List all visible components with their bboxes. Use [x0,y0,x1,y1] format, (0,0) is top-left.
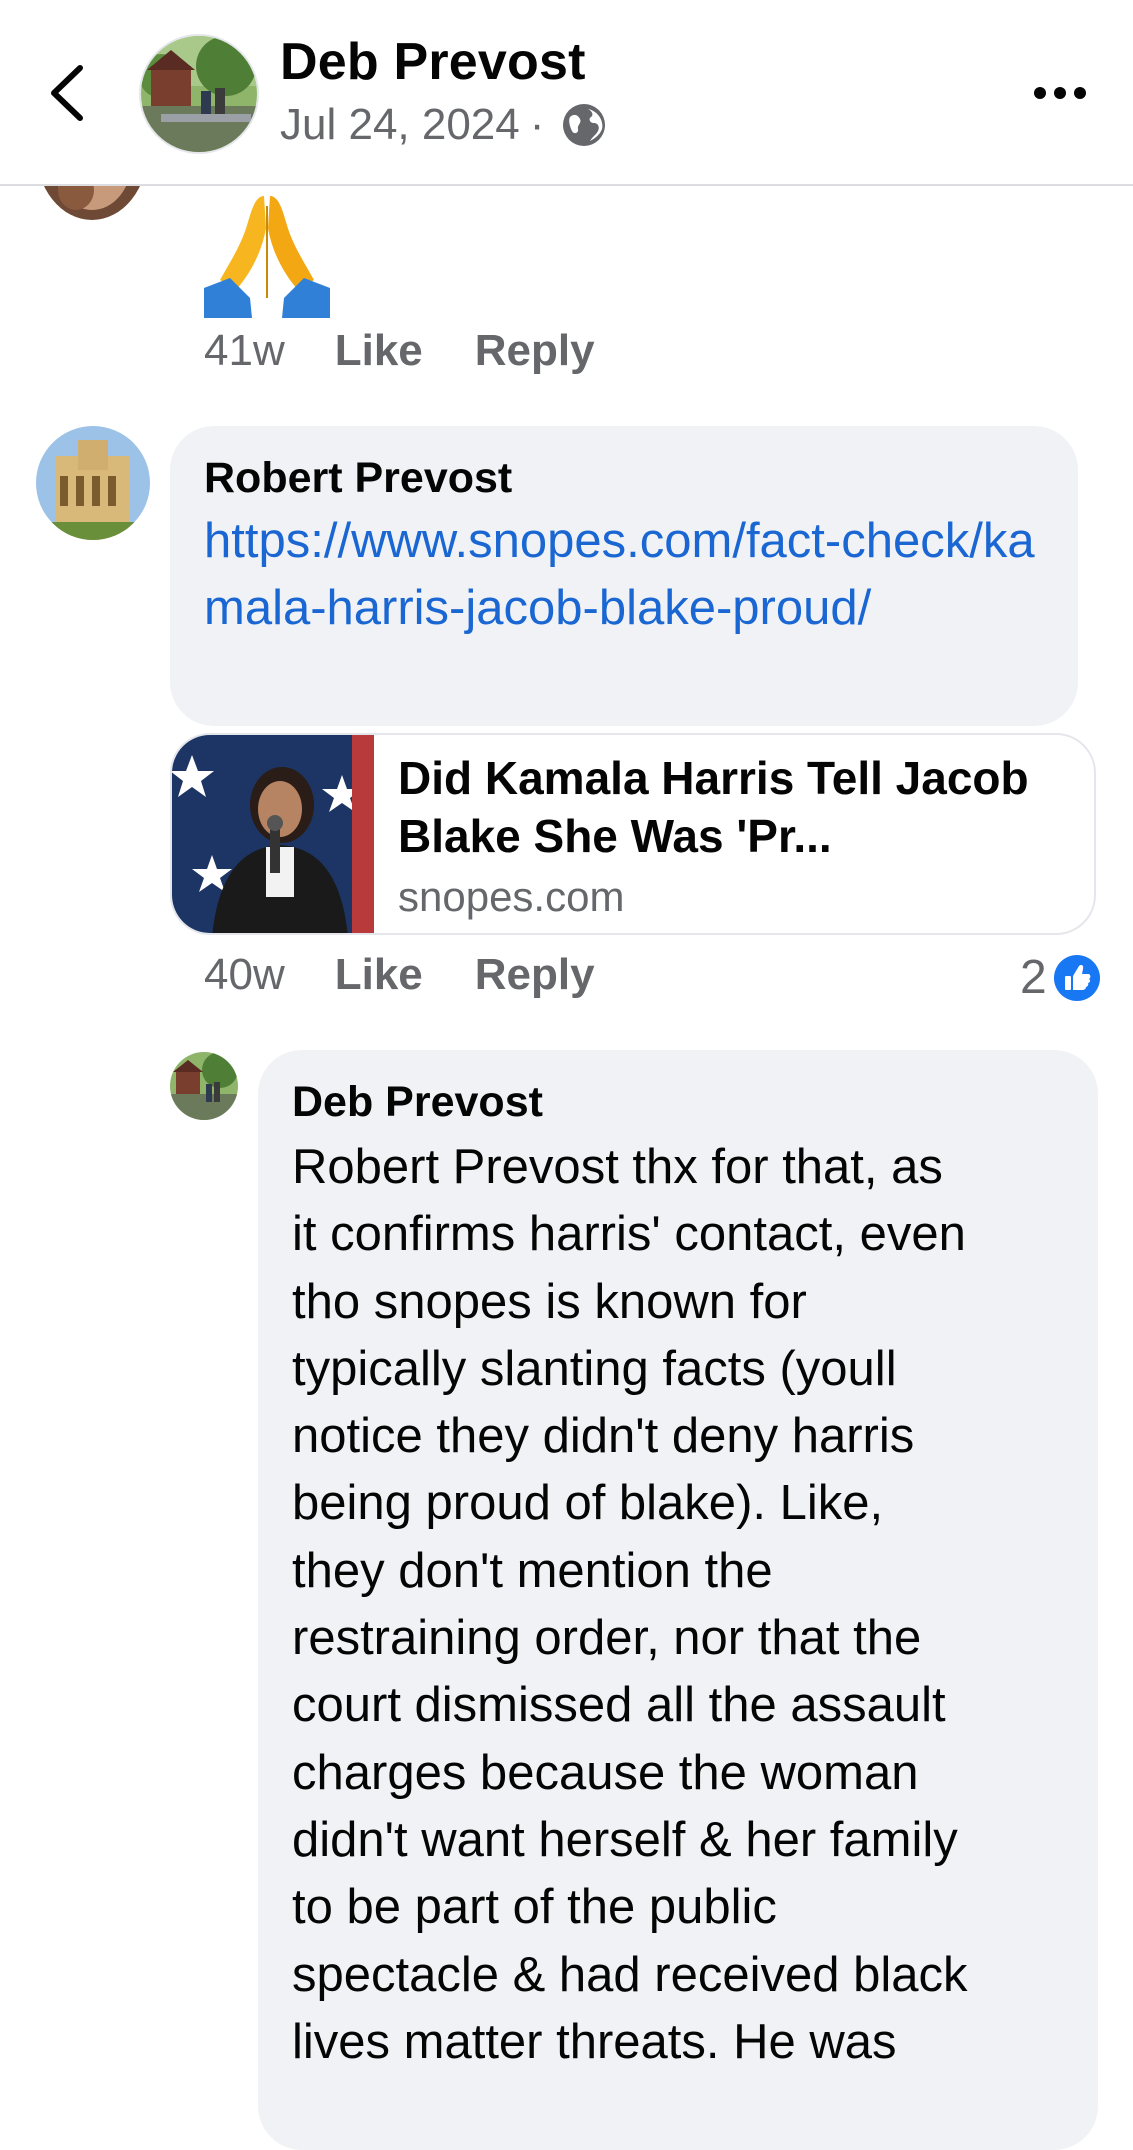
reply-line: lives matter threats. He was [292,2014,897,2069]
folded-hands-icon [204,196,330,318]
more-options-button[interactable] [1030,78,1090,108]
chevron-left-icon [51,65,83,121]
reply-line: tho snopes is known for [292,1274,807,1329]
comment-actions: 40w Like Reply [204,950,595,1000]
comment-author[interactable]: Robert Prevost [204,452,1044,504]
reaction-count: 2 [1020,951,1047,1004]
author-name[interactable]: Deb Prevost [280,32,586,92]
post-date[interactable]: Jul 24, 2024 [280,100,520,150]
reply-line: notice they didn't deny harris [292,1409,915,1464]
reply-line: it confirms harris' contact, even [292,1207,966,1262]
reply-author[interactable]: Deb Prevost [292,1076,1064,1128]
author-avatar[interactable] [139,34,259,154]
reply-line: they don't mention the [292,1543,773,1598]
link-preview-card[interactable]: Did Kamala Harris Tell Jacob Blake She W… [170,733,1096,935]
folded-hands-emoji [200,188,334,318]
reply-line: court dismissed all the assault [292,1678,946,1733]
reply-line: charges because the woman [292,1745,919,1800]
link-preview-domain: snopes.com [398,873,625,920]
reply-button[interactable]: Reply [475,950,595,1000]
back-button[interactable] [40,58,100,128]
comment-time: 41w [204,326,285,375]
globe-icon [563,104,606,146]
reply-line: spectacle & had received black [292,1947,968,2002]
like-button[interactable]: Like [335,326,423,376]
comment-link[interactable]: https://www.snopes.com/fact-check/kamala… [204,508,1044,642]
link-preview-image [172,735,374,933]
reply-line: Robert Prevost thx for that, as [292,1140,943,1194]
post-header: Deb Prevost Jul 24, 2024 · [0,0,1133,186]
post-meta: Jul 24, 2024 · [280,100,608,150]
reply-line: being proud of blake). Like, [292,1476,884,1531]
meta-separator: · [529,100,545,149]
reply-line: didn't want herself & her family [292,1812,958,1867]
reaction-summary[interactable]: 2 [1020,950,1101,1005]
reply-line: restraining order, nor that the [292,1611,922,1666]
reply-author-avatar[interactable] [170,1052,238,1120]
thumbs-up-icon [1053,954,1100,1001]
reply-text: Robert Prevost thx for that, as it confi… [292,1134,1064,2076]
comment-bubble: Robert Prevost https://www.snopes.com/fa… [170,426,1078,726]
commenter-avatar[interactable] [36,426,150,540]
more-horizontal-icon [1034,87,1086,99]
reply-line: to be part of the public [292,1880,777,1935]
like-button[interactable]: Like [335,950,423,1000]
reply-button[interactable]: Reply [475,326,595,376]
comment-time: 40w [204,950,285,999]
reply-line: typically slanting facts (youll [292,1341,897,1396]
comment-actions: 41w Like Reply [204,326,595,376]
reply-bubble: Deb Prevost Robert Prevost thx for that,… [258,1050,1098,2150]
link-preview-title: Did Kamala Harris Tell Jacob Blake She W… [398,752,1029,862]
